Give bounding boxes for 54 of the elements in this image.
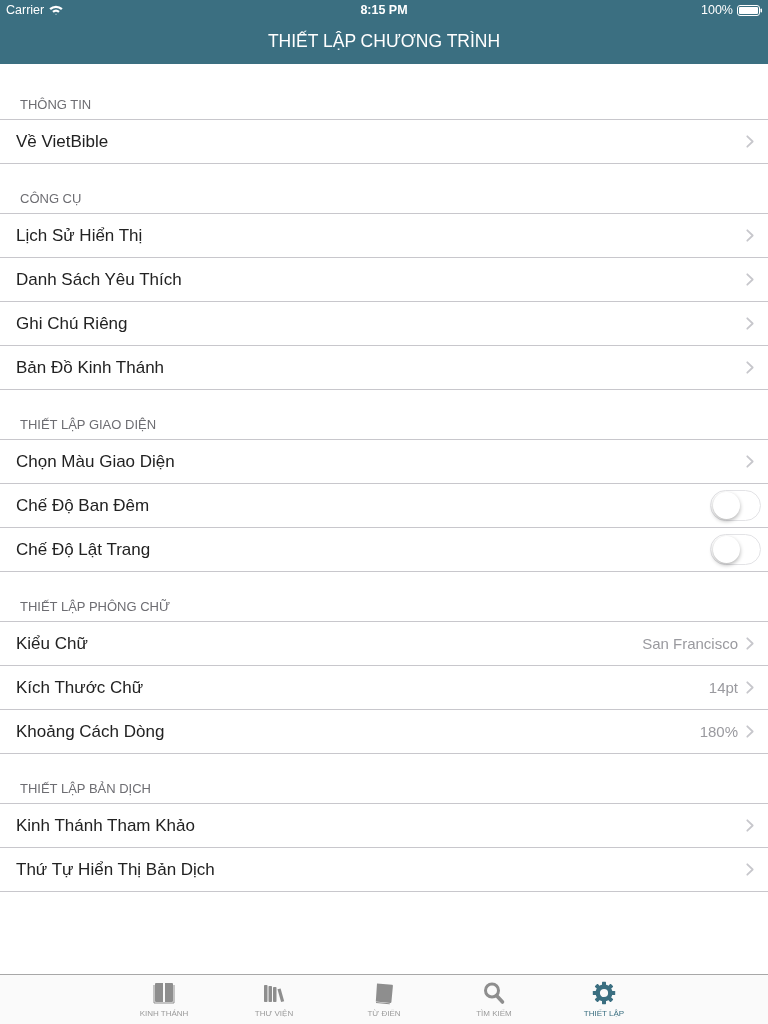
battery-percent: 100%	[701, 3, 733, 17]
settings-row[interactable]: Chọn Màu Giao Diện	[0, 440, 768, 484]
section-header: CÔNG CỤ	[20, 192, 82, 205]
row-label: Kiểu Chữ	[16, 635, 89, 652]
chevron-right-icon	[746, 863, 754, 876]
chevron-right-icon	[746, 725, 754, 738]
settings-row[interactable]: Về VietBible	[0, 120, 768, 164]
row-label: Danh Sách Yêu Thích	[16, 271, 183, 288]
row-value: 14pt	[708, 680, 738, 695]
row-label: Ghi Chú Riêng	[16, 315, 129, 332]
settings-row[interactable]: Lịch Sử Hiển Thị	[0, 214, 768, 258]
row-label: Lịch Sử Hiển Thị	[16, 227, 144, 244]
row-value: 180%	[699, 724, 738, 739]
row-label: Thứ Tự Hiển Thị Bản Dịch	[16, 861, 216, 878]
chevron-right-icon	[746, 681, 754, 694]
section-header: THIẾT LẬP BẢN DỊCH	[20, 782, 151, 795]
settings-row[interactable]: Thứ Tự Hiển Thị Bản Dịch	[0, 848, 768, 892]
chevron-right-icon	[746, 317, 754, 330]
row-label: Chế Độ Ban Đêm	[16, 497, 151, 514]
settings-row[interactable]: Kích Thước Chữ 14pt	[0, 666, 768, 710]
row-label: Về VietBible	[16, 133, 110, 150]
settings-row[interactable]: Danh Sách Yêu Thích	[0, 258, 768, 302]
chevron-right-icon	[746, 361, 754, 374]
toggle-switch[interactable]	[710, 534, 761, 565]
chevron-right-icon	[746, 273, 754, 286]
settings-row[interactable]: Ghi Chú Riêng	[0, 302, 768, 346]
row-label: Kinh Thánh Tham Khảo	[16, 817, 196, 834]
chevron-right-icon	[746, 819, 754, 832]
chevron-right-icon	[746, 229, 754, 242]
section-header: THÔNG TIN	[20, 98, 92, 111]
section-header: THIẾT LẬP PHÔNG CHỮ	[20, 600, 171, 613]
settings-row[interactable]: Kiểu Chữ San Francisco	[0, 622, 768, 666]
battery-icon	[737, 4, 762, 16]
chevron-right-icon	[746, 637, 754, 650]
row-label: Chọn Màu Giao Diện	[16, 453, 176, 470]
settings-row[interactable]: Bản Đồ Kinh Thánh	[0, 346, 768, 390]
gear-icon	[592, 981, 616, 1005]
row-label: Khoảng Cách Dòng	[16, 723, 166, 740]
toggle-switch[interactable]	[710, 490, 761, 521]
book-icon	[152, 981, 176, 1005]
row-label: Kích Thước Chữ	[16, 679, 145, 696]
tab[interactable]: THIẾT LẬP	[549, 975, 659, 1024]
status-time: 8:15 PM	[360, 3, 408, 17]
row-label: Chế Độ Lật Trang	[16, 541, 152, 558]
search-icon	[482, 981, 506, 1005]
chevron-right-icon	[746, 455, 754, 468]
carrier-label: Carrier	[6, 3, 45, 17]
settings-row[interactable]: Kinh Thánh Tham Khảo	[0, 804, 768, 848]
section-header: THIẾT LẬP GIAO DIỆN	[20, 418, 157, 431]
row-label: Bản Đồ Kinh Thánh	[16, 359, 166, 376]
settings-row[interactable]: Khoảng Cách Dòng 180%	[0, 710, 768, 754]
chevron-right-icon	[746, 135, 754, 148]
row-value: San Francisco	[642, 636, 738, 651]
wifi-icon	[49, 5, 64, 15]
